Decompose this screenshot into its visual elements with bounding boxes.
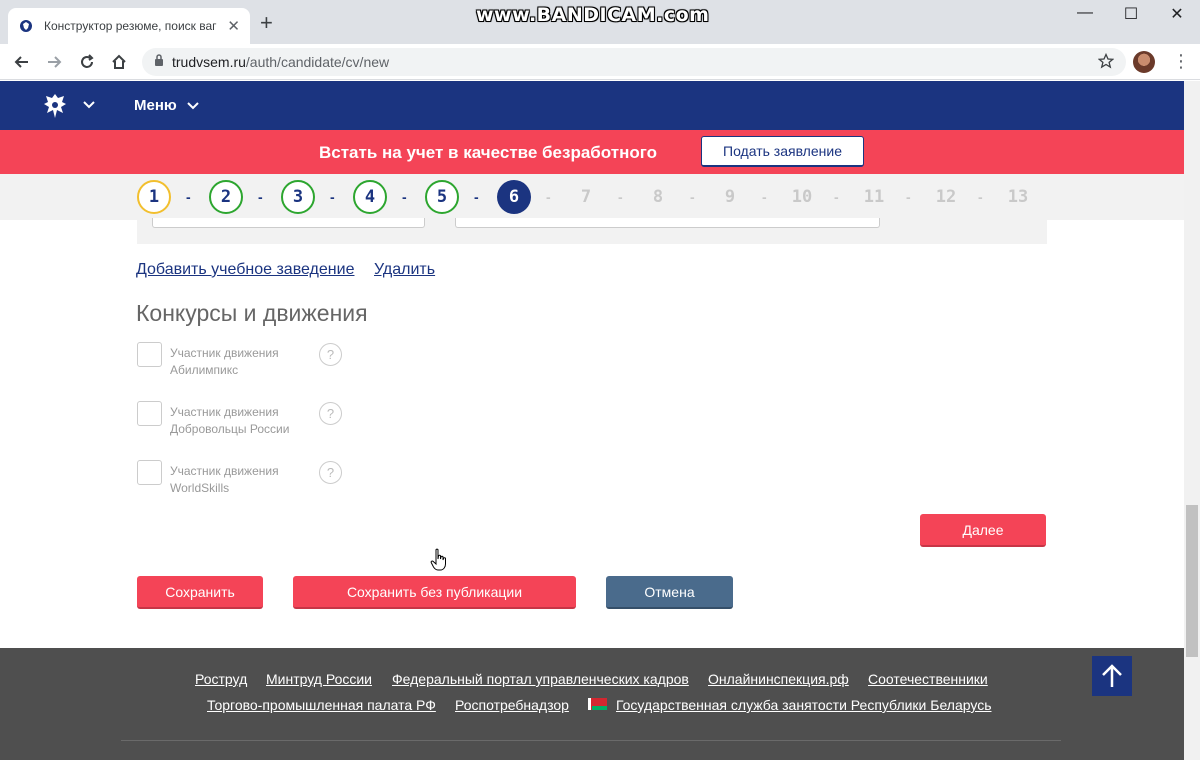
browser-tab[interactable]: Конструктор резюме, поиск ваг ✕	[8, 8, 250, 44]
delete-link[interactable]: Удалить	[374, 261, 435, 279]
step-separator: -	[906, 189, 911, 205]
step-10: 10	[791, 187, 813, 207]
step-13: 13	[1007, 187, 1029, 207]
site-footer: Роструд Минтруд России Федеральный порта…	[0, 648, 1184, 760]
footer-link-chamber-of-commerce[interactable]: Торгово-промышленная палата РФ	[207, 697, 436, 713]
add-institution-link[interactable]: Добавить учебное заведение	[136, 261, 354, 279]
step-separator: -	[258, 189, 263, 205]
browser-tabbar: Конструктор резюме, поиск ваг ✕ + www.BA…	[0, 0, 1200, 44]
hand-cursor-icon	[430, 548, 446, 571]
close-tab-icon[interactable]: ✕	[227, 17, 240, 35]
volunteers-checkbox[interactable]	[137, 401, 162, 426]
step-7: 7	[580, 187, 592, 207]
address-bar[interactable]: trudvsem.ru/auth/candidate/cv/new	[142, 48, 1126, 76]
footer-link-compatriots[interactable]: Соотечественники	[868, 671, 988, 687]
step-separator: -	[546, 189, 551, 205]
recording-watermark: www.BANDICAM.com	[476, 4, 710, 26]
reload-icon[interactable]	[75, 50, 99, 74]
step-8: 8	[652, 187, 664, 207]
home-icon[interactable]	[107, 50, 131, 74]
step-12: 12	[935, 187, 957, 207]
step-separator: -	[474, 189, 479, 205]
unemployment-banner: Встать на учет в качестве безработного П…	[0, 130, 1184, 174]
menu-chevron-icon[interactable]	[187, 102, 199, 110]
education-field-left[interactable]	[152, 218, 425, 228]
step-separator: -	[402, 189, 407, 205]
volunteers-label: Участник движения Добровольцы России	[170, 405, 290, 436]
step-9: 9	[724, 187, 736, 207]
new-tab-icon[interactable]: +	[260, 12, 273, 34]
contests-title: Конкурсы и движения	[136, 300, 368, 326]
maximize-icon[interactable]: ☐	[1108, 4, 1154, 24]
step-separator: -	[978, 189, 983, 205]
footer-link-onlineinspection[interactable]: Онлайнинспекция.рф	[708, 671, 849, 687]
step-separator: -	[690, 189, 695, 205]
url-path: /auth/candidate/cv/new	[245, 54, 390, 70]
forward-icon[interactable]	[42, 50, 66, 74]
next-button[interactable]: Далее	[920, 514, 1046, 547]
footer-link-belarus-employment[interactable]: Государственная служба занятости Республ…	[616, 697, 992, 713]
page-scrollbar[interactable]	[1184, 81, 1200, 760]
site-header: Меню	[0, 81, 1184, 130]
steps-progress: 1 - 2 - 3 - 4 - 5 - 6 - 7 - 8 - 9 - 10 -…	[0, 174, 1184, 220]
lock-icon	[154, 53, 164, 71]
step-1[interactable]: 1	[137, 180, 171, 214]
arrow-up-icon	[1102, 664, 1122, 687]
url-host: trudvsem.ru	[172, 54, 246, 70]
cancel-button[interactable]: Отмена	[606, 576, 733, 609]
tab-title: Конструктор резюме, поиск ваг	[44, 19, 217, 33]
worldskills-label: Участник движения WorldSkills	[170, 464, 279, 495]
coat-of-arms-icon[interactable]	[40, 91, 70, 121]
worldskills-checkbox[interactable]	[137, 460, 162, 485]
footer-divider	[121, 740, 1061, 741]
browser-menu-icon[interactable]: ⋮	[1172, 52, 1190, 70]
save-button[interactable]: Сохранить	[137, 576, 263, 609]
education-card	[137, 218, 1047, 244]
step-separator: -	[762, 189, 767, 205]
step-6[interactable]: 6	[497, 180, 531, 214]
bookmark-star-icon[interactable]	[1097, 52, 1115, 74]
back-icon[interactable]	[10, 50, 34, 74]
help-icon[interactable]: ?	[319, 461, 342, 484]
menu-label: Меню	[134, 97, 177, 114]
step-separator: -	[618, 189, 623, 205]
browser-toolbar: trudvsem.ru/auth/candidate/cv/new ⋮	[0, 44, 1200, 80]
step-4[interactable]: 4	[353, 180, 387, 214]
help-icon[interactable]: ?	[319, 402, 342, 425]
menu-button[interactable]: Меню	[134, 97, 177, 114]
step-3[interactable]: 3	[281, 180, 315, 214]
step-separator: -	[186, 189, 191, 205]
banner-text: Встать на учет в качестве безработного	[319, 143, 657, 162]
close-window-icon[interactable]: ✕	[1154, 4, 1200, 24]
scroll-to-top-button[interactable]	[1092, 656, 1132, 696]
site-favicon-icon	[18, 18, 34, 34]
chevron-down-icon[interactable]	[83, 101, 95, 109]
step-2[interactable]: 2	[209, 180, 243, 214]
profile-avatar[interactable]	[1133, 51, 1155, 73]
submit-application-button[interactable]: Подать заявление	[701, 136, 864, 167]
step-5[interactable]: 5	[425, 180, 459, 214]
help-icon[interactable]: ?	[319, 343, 342, 366]
scrollbar-thumb[interactable]	[1186, 505, 1198, 657]
education-field-right[interactable]	[455, 218, 880, 228]
step-11: 11	[863, 187, 885, 207]
step-separator: -	[834, 189, 839, 205]
minimize-icon[interactable]: —	[1062, 4, 1108, 22]
footer-link-mintrud[interactable]: Минтруд России	[266, 671, 372, 687]
belarus-flag-icon	[588, 698, 607, 710]
save-without-publishing-button[interactable]: Сохранить без публикации	[293, 576, 576, 609]
footer-link-rospotrebnadzor[interactable]: Роспотребнадзор	[455, 697, 569, 713]
footer-link-rostrud[interactable]: Роструд	[195, 671, 247, 687]
step-separator: -	[330, 189, 335, 205]
abilympics-checkbox[interactable]	[137, 342, 162, 367]
footer-link-management-portal[interactable]: Федеральный портал управленческих кадров	[392, 671, 689, 687]
abilympics-label: Участник движения Абилимпикс	[170, 346, 279, 377]
